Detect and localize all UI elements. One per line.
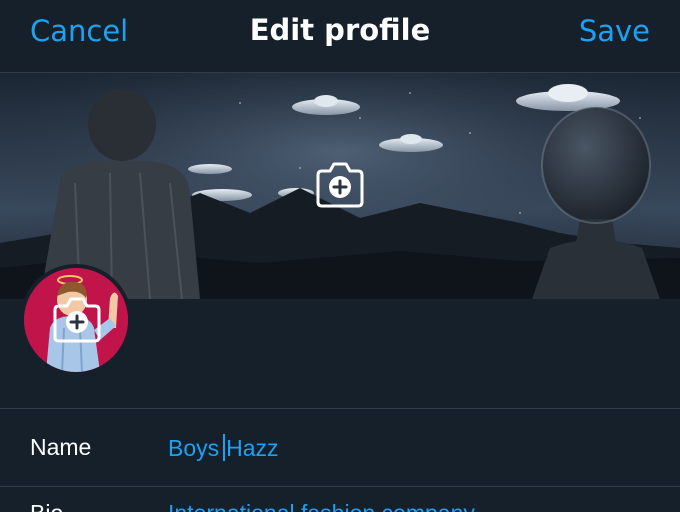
save-button[interactable]: Save (579, 14, 650, 48)
bio-label: Bio (30, 500, 63, 512)
avatar[interactable] (20, 264, 132, 376)
header-image[interactable] (0, 73, 680, 299)
name-value-after-cursor: Hazz (226, 435, 279, 461)
name-field[interactable]: Boys Hazz (168, 434, 279, 462)
bio-field[interactable]: International fashion company (168, 500, 475, 512)
divider (0, 486, 680, 487)
change-avatar-button[interactable] (50, 294, 104, 344)
camera-plus-icon (53, 297, 101, 343)
change-header-button[interactable] (313, 159, 367, 209)
name-value-before-cursor: Boys (168, 435, 220, 461)
divider (0, 408, 680, 409)
camera-plus-icon (316, 162, 364, 208)
nav-bar: Cancel Edit profile Save (0, 0, 680, 73)
name-label: Name (30, 434, 92, 460)
edit-profile-screen: Cancel Edit profile Save Name Boys Hazz (0, 0, 680, 512)
text-cursor (223, 434, 226, 461)
